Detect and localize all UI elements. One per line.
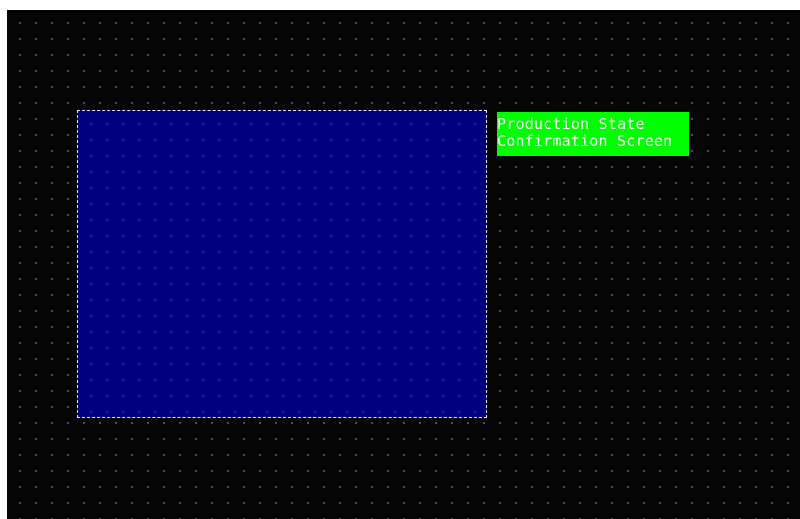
label-line-2: Confirmation Screen [497,132,673,150]
label-line-1: Production State [497,115,645,133]
selected-rectangle-object[interactable] [77,110,487,418]
screen-title-label[interactable]: Production State Confirmation Screen [497,112,689,156]
screen-editor-canvas[interactable]: Production State Confirmation Screen [7,10,800,519]
